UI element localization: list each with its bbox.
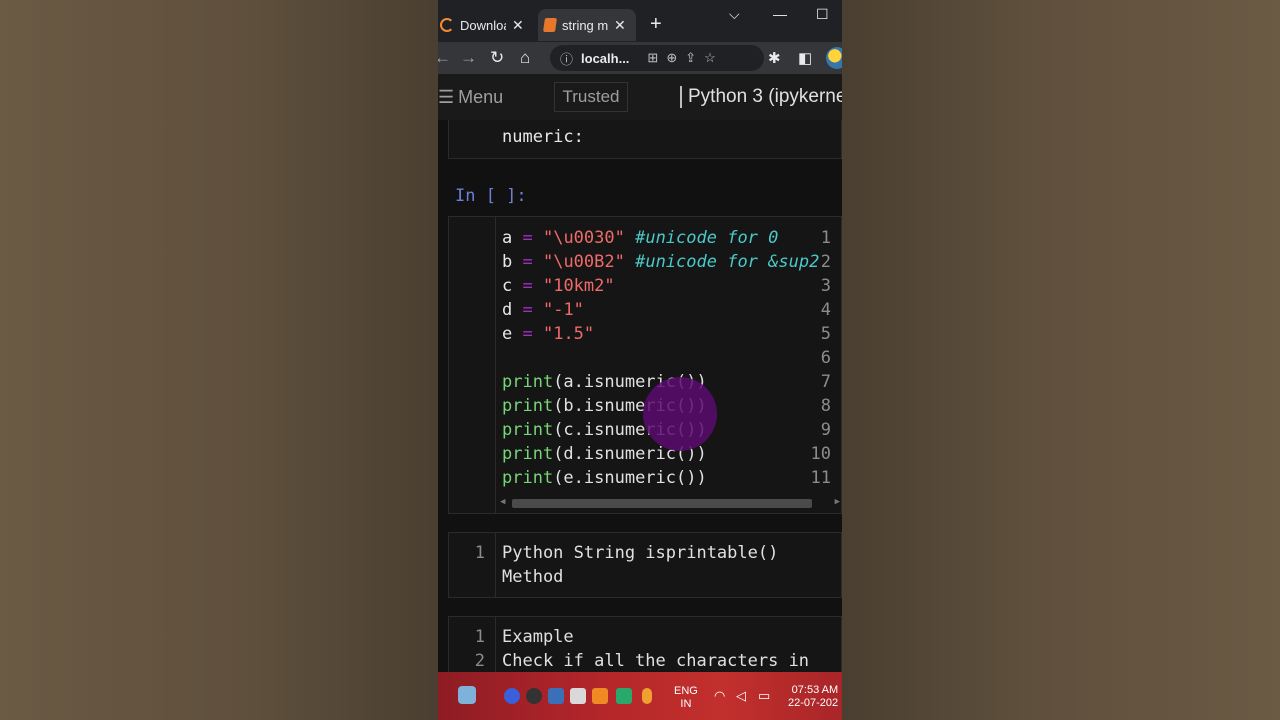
scrollbar-thumb[interactable] bbox=[512, 499, 812, 508]
tab-string-methods[interactable]: string m ✕ bbox=[538, 9, 636, 41]
markdown-line: Check if all the characters in bbox=[502, 651, 810, 671]
windows-taskbar: ENG IN ◠ ◁ ▭ 07:53 AM 22-07-202 bbox=[438, 672, 842, 720]
horizontal-scrollbar[interactable]: ◀ ▶ bbox=[500, 497, 840, 509]
kernel-indicator[interactable]: Python 3 (ipykerne bbox=[680, 86, 842, 108]
zoom-icon[interactable]: ⊕ bbox=[666, 50, 677, 66]
loading-spinner-icon bbox=[440, 18, 454, 32]
markdown-cell[interactable]: numeric: bbox=[448, 120, 842, 159]
maximize-icon[interactable]: ☐ bbox=[816, 6, 829, 23]
task-view-icon[interactable] bbox=[458, 686, 476, 704]
line-number: 11 bbox=[810, 468, 831, 488]
line-number: 1 bbox=[474, 543, 485, 563]
tab-label: Downloa bbox=[460, 17, 506, 33]
bookmark-star-icon[interactable]: ☆ bbox=[704, 50, 716, 66]
chrome-icon[interactable] bbox=[526, 688, 542, 704]
menu-label: Menu bbox=[458, 87, 504, 107]
share-icon[interactable]: ⇪ bbox=[685, 50, 696, 66]
line-number: 10 bbox=[810, 444, 831, 464]
code-line: b = "\u00B2" #unicode for &sup2 bbox=[502, 252, 820, 272]
minimize-icon[interactable]: — bbox=[773, 6, 787, 22]
new-tab-plus-icon[interactable]: + bbox=[650, 13, 662, 36]
markdown-cell[interactable]: 1 Python String isprintable() Method bbox=[448, 532, 842, 598]
microphone-icon[interactable] bbox=[642, 688, 652, 704]
app-icon-video[interactable] bbox=[548, 688, 564, 704]
markdown-line: Example bbox=[502, 627, 574, 647]
battery-icon[interactable]: ▭ bbox=[758, 689, 770, 702]
markdown-line: Method bbox=[502, 567, 564, 587]
translate-icon[interactable]: ⊞ bbox=[647, 50, 658, 66]
security-shield-icon[interactable] bbox=[616, 688, 632, 704]
hamburger-icon: ☰ bbox=[438, 87, 455, 107]
line-number: 4 bbox=[820, 300, 831, 320]
line-number: 5 bbox=[820, 324, 831, 344]
markdown-cell[interactable]: 1 2 Example Check if all the characters … bbox=[448, 616, 842, 676]
app-icon-blue[interactable] bbox=[504, 688, 520, 704]
back-arrow-icon[interactable]: ← bbox=[438, 48, 451, 68]
line-number: 3 bbox=[820, 276, 831, 296]
tab-search-chevron-icon[interactable]: ⌵ bbox=[729, 6, 740, 23]
address-toolbar: ← → ↻ ⌂ ⓘ localh... ⊞ ⊕ ⇪ ☆ ✱ ◧ bbox=[438, 42, 842, 74]
language-indicator[interactable]: ENG IN bbox=[674, 685, 698, 711]
code-line: c = "10km2" bbox=[502, 276, 615, 296]
code-line: e = "1.5" bbox=[502, 324, 595, 344]
jupyter-header: ☰ Menu Trusted Python 3 (ipykerne bbox=[438, 74, 842, 120]
clock[interactable]: 07:53 AM 22-07-202 bbox=[788, 684, 838, 710]
python-profile-avatar[interactable] bbox=[826, 47, 842, 69]
code-line: a = "\u0030" #unicode for 0 bbox=[502, 228, 779, 248]
line-number: 9 bbox=[820, 420, 831, 440]
side-panel-icon[interactable]: ◧ bbox=[798, 49, 812, 67]
scroll-right-arrow-icon[interactable]: ▶ bbox=[835, 497, 840, 507]
extensions-puzzle-icon[interactable]: ✱ bbox=[768, 49, 781, 67]
forward-arrow-icon[interactable]: → bbox=[460, 48, 477, 68]
scroll-left-arrow-icon[interactable]: ◀ bbox=[500, 497, 505, 507]
reload-icon[interactable]: ↻ bbox=[490, 48, 504, 68]
cursor-highlight bbox=[643, 377, 717, 451]
line-number: 7 bbox=[820, 372, 831, 392]
address-bar[interactable]: ⓘ localh... ⊞ ⊕ ⇪ ☆ bbox=[550, 45, 764, 71]
url-text: localh... bbox=[581, 50, 630, 66]
line-number: 8 bbox=[820, 396, 831, 416]
home-icon[interactable]: ⌂ bbox=[520, 48, 530, 68]
code-line: print(e.isnumeric()) bbox=[502, 468, 707, 488]
tab-label: string m bbox=[562, 17, 608, 33]
line-number-gutter bbox=[449, 217, 496, 513]
markdown-line: Python String isprintable() bbox=[502, 543, 779, 563]
app-icon-snip[interactable] bbox=[570, 688, 586, 704]
site-info-icon[interactable]: ⓘ bbox=[560, 49, 573, 68]
code-cell[interactable]: 1 2 3 4 5 6 7 8 9 10 11 a = "\u0030" #un… bbox=[448, 216, 842, 514]
cell-prompt: In [ ]: bbox=[455, 186, 527, 206]
close-tab-icon[interactable]: ✕ bbox=[614, 17, 626, 34]
notebook-favicon-icon bbox=[543, 18, 557, 32]
volume-icon[interactable]: ◁ bbox=[736, 689, 746, 702]
app-icon-vlc[interactable] bbox=[592, 688, 608, 704]
line-number: 2 bbox=[474, 651, 485, 671]
menu-button[interactable]: ☰ Menu bbox=[438, 87, 503, 108]
line-number: 6 bbox=[820, 348, 831, 368]
notebook-area: numeric: In [ ]: 1 2 3 4 5 6 7 8 9 10 11… bbox=[438, 120, 842, 676]
screen-recording: Downloa ✕ string m ✕ + ⌵ — ☐ ← → ↻ ⌂ ⓘ l… bbox=[438, 0, 842, 720]
close-tab-icon[interactable]: ✕ bbox=[512, 17, 524, 34]
code-line: d = "-1" bbox=[502, 300, 584, 320]
wifi-icon[interactable]: ◠ bbox=[714, 689, 725, 702]
tab-downloads[interactable]: Downloa ✕ bbox=[440, 9, 538, 41]
browser-tab-bar: Downloa ✕ string m ✕ + ⌵ — ☐ bbox=[438, 0, 842, 42]
markdown-text: numeric: bbox=[502, 127, 584, 147]
line-number: 1 bbox=[820, 228, 831, 248]
trusted-indicator[interactable]: Trusted bbox=[554, 82, 628, 112]
line-number: 1 bbox=[474, 627, 485, 647]
